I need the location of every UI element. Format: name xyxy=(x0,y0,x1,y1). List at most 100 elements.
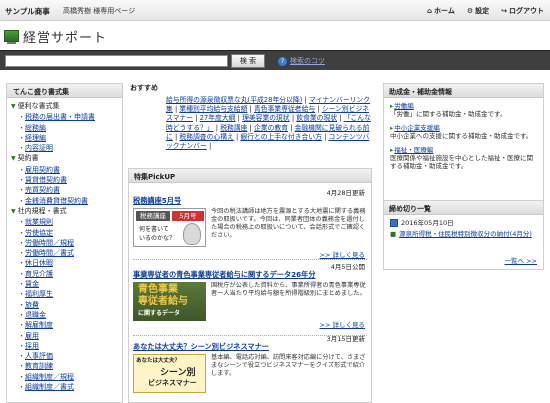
tree-item-label: 人事評価 xyxy=(25,352,53,361)
tree-item[interactable]: 就業規則 xyxy=(11,217,118,227)
grant-desc: 医療関係や福祉施設を中心とした福祉・医療に関する補助金・助成金です。 xyxy=(390,154,533,170)
tree-item[interactable]: 採用 xyxy=(11,341,118,351)
grant-link[interactable]: 中小企業支援編 xyxy=(390,124,537,132)
recommend-link[interactable]: 27年度大綱 xyxy=(200,114,236,122)
deadline-more-link[interactable]: 一覧へ >> xyxy=(505,257,537,265)
gear-icon: ⚙ xyxy=(466,7,474,15)
article-title[interactable]: 税務講座5月号 xyxy=(133,196,181,206)
tree-item[interactable]: 金銭消費貸借契約書 xyxy=(11,196,118,206)
tree-item[interactable]: 教育訓練 xyxy=(11,361,118,371)
recommend-link[interactable]: 給与所得の源泉徴収票な丸(平成28年分以降) xyxy=(166,96,302,104)
tree-item[interactable]: 雇用 xyxy=(11,331,118,341)
tree-item[interactable]: 労使協定 xyxy=(11,228,118,238)
tree-item[interactable]: 労働時間／書式 xyxy=(11,248,118,258)
center-column: おすすめ 給与所得の源泉徴収票な丸(平成28年分以降) | マイナンバーリンク集… xyxy=(128,80,372,403)
recommend-link[interactable]: 税務講座 xyxy=(220,124,247,132)
divider xyxy=(133,259,367,260)
separator: | xyxy=(288,123,295,132)
tree-item[interactable]: 休日休暇 xyxy=(11,258,118,268)
forms-tree: 便利な書式集税務の届出書・申請書総務編経理編内容証明契約書雇用契約書賃貸借契約書… xyxy=(7,98,122,395)
recommend-links: 給与所得の源泉徴収票な丸(平成28年分以降) | マイナンバーリンク集 | 業種… xyxy=(166,96,372,151)
article-more-link[interactable]: >> 詳しく見る xyxy=(320,319,365,329)
deadline-panel: 締め切り一覧 2016年05月10日 ■ 源泉所得税・住民税特別徴収分の納付(4… xyxy=(383,200,544,270)
search-help-label: 検索のコツ xyxy=(290,57,325,65)
grant-link[interactable]: 労働編 xyxy=(390,102,537,110)
tree-item-label: 賃金 xyxy=(25,280,39,289)
nav-home[interactable]: ⌂ ホーム xyxy=(427,6,455,16)
tree-item[interactable]: 賃貸借契約書 xyxy=(11,175,118,185)
tree-item[interactable]: 労働時間／規程 xyxy=(11,238,118,248)
article-thumbnail[interactable]: 税務講座 5月号 何を書いて いるのかな？ xyxy=(133,208,206,247)
top-nav: ⌂ ホーム ⚙ 設定 ↪ ログアウト xyxy=(427,6,544,16)
article-title[interactable]: あなたは大丈夫？シーン別ビジネスマナー xyxy=(133,342,269,352)
search-input[interactable] xyxy=(5,55,228,67)
tree-item-label: 社内規程・書式 xyxy=(17,206,67,215)
tree-item[interactable]: 賃金 xyxy=(11,279,118,289)
recommend-link[interactable]: 飲食業の現状 xyxy=(296,114,337,122)
recommend-link[interactable]: 税務調査の心構え xyxy=(179,133,233,141)
recommend-link[interactable]: 業種別平均給与支給額 xyxy=(179,105,247,113)
recommend-link[interactable]: 銀行との上手な付き合い方 xyxy=(240,133,322,141)
tree-item[interactable]: 売買契約書 xyxy=(11,185,118,195)
more-label: 詳しく見る xyxy=(332,321,366,329)
deadline-link[interactable]: 源泉所得税・住民税特別徴収分の納付(4月分) xyxy=(399,230,532,238)
tree-item[interactable]: 旅費 xyxy=(11,300,118,310)
nav-logout[interactable]: ↪ ログアウト xyxy=(501,6,544,16)
grants-title: 助成金・補助金情報 xyxy=(384,84,543,98)
tree-item-label: 解雇制度 xyxy=(25,321,53,330)
calendar-icon xyxy=(390,219,398,227)
article-summary: 今回の税法講師は地方を震源とする大地震に関する義務金の取扱いです。今回は、同業者… xyxy=(211,208,366,239)
nav-logout-label: ログアウト xyxy=(509,7,544,15)
tree-item-label: 休日休暇 xyxy=(25,259,53,268)
monitor-icon xyxy=(4,30,19,44)
article-thumbnail[interactable]: 青色事業 専従者給与 に関するデータ xyxy=(133,282,206,321)
article-date: 4月28日更新 xyxy=(326,189,365,197)
tree-item[interactable]: 組織制度／規程 xyxy=(11,372,118,382)
site-logo[interactable]: 経営サポート xyxy=(4,27,107,46)
article-date: 4月5日公開 xyxy=(330,263,365,271)
tree-item[interactable]: 退職金 xyxy=(11,310,118,320)
search-bar: 検 索 ? 検索のコツ xyxy=(0,50,550,70)
tree-item-label: 労使協定 xyxy=(25,228,53,237)
grant-link[interactable]: 福祉・医療編 xyxy=(390,146,537,154)
separator: | xyxy=(302,96,309,104)
article-summary: 基本編、電話応対編、訪問来客対応編に分けて、さまざまなシーンで役立つビジネスマナ… xyxy=(211,354,366,377)
tree-item[interactable]: 雇用契約書 xyxy=(11,165,118,175)
recommend-link[interactable]: 理美容業の現状 xyxy=(242,114,290,122)
tree-item-label: 賃貸借契約書 xyxy=(25,176,67,185)
separator: | xyxy=(206,142,212,151)
recommend-link[interactable]: 企業の教育 xyxy=(254,124,288,132)
tree-item[interactable]: 組織制度／書式 xyxy=(11,382,118,392)
pickup-panel: 特集PickUP 4月28日更新 税務講座5月号 税務講座 5月号 何を書いて … xyxy=(128,168,372,403)
separator: | xyxy=(315,105,322,114)
tree-item[interactable]: 内容証明 xyxy=(11,143,118,153)
tree-item-label: 福利厚生 xyxy=(25,290,53,299)
article-card: 4月5日公開 事業専従者の青色事業専従者給与に関するデータ26年分 青色事業 専… xyxy=(129,261,371,333)
tree-item[interactable]: 人事評価 xyxy=(11,351,118,361)
tree-item-label: 契約書 xyxy=(17,154,39,163)
search-button[interactable]: 検 索 xyxy=(231,54,265,68)
help-icon: ? xyxy=(278,56,287,66)
nav-settings[interactable]: ⚙ 設定 xyxy=(467,6,489,16)
tree-item-label: 総務編 xyxy=(25,123,46,132)
thumb-label: 5月号 xyxy=(172,211,204,221)
tree-category[interactable]: 便利な書式集 xyxy=(11,101,118,112)
separator: | xyxy=(337,114,344,123)
tree-item-label: 売買契約書 xyxy=(25,186,60,195)
grant-desc: 中小企業への支援に関する補助金・助成金です。 xyxy=(390,132,533,140)
article-more-link[interactable]: >> 詳しく見る xyxy=(320,249,365,259)
article-title[interactable]: 事業専従者の青色事業専従者給与に関するデータ26年分 xyxy=(133,270,316,280)
search-help-link[interactable]: ? 検索のコツ xyxy=(278,56,325,66)
thumb-caption: 何を書いて xyxy=(139,226,169,233)
tree-item-label: 組織制度／書式 xyxy=(25,383,74,392)
tree-category[interactable]: 契約書 xyxy=(11,153,118,164)
recommend-link[interactable]: 青色事業専従者給与 xyxy=(254,105,315,113)
tree-item[interactable]: 福利厚生 xyxy=(11,289,118,299)
article-thumbnail[interactable]: あなたは大丈夫？ シーン別 ビジネスマナー xyxy=(133,354,206,393)
tree-item[interactable]: 総務編 xyxy=(11,123,118,133)
tree-category[interactable]: 社内規程・書式 xyxy=(11,206,118,217)
tree-item[interactable]: 解雇制度 xyxy=(11,320,118,330)
tree-item[interactable]: 税務の届出書・申請書 xyxy=(11,112,118,122)
tree-item[interactable]: 育児介護 xyxy=(11,269,118,279)
tree-item[interactable]: 経理編 xyxy=(11,133,118,143)
